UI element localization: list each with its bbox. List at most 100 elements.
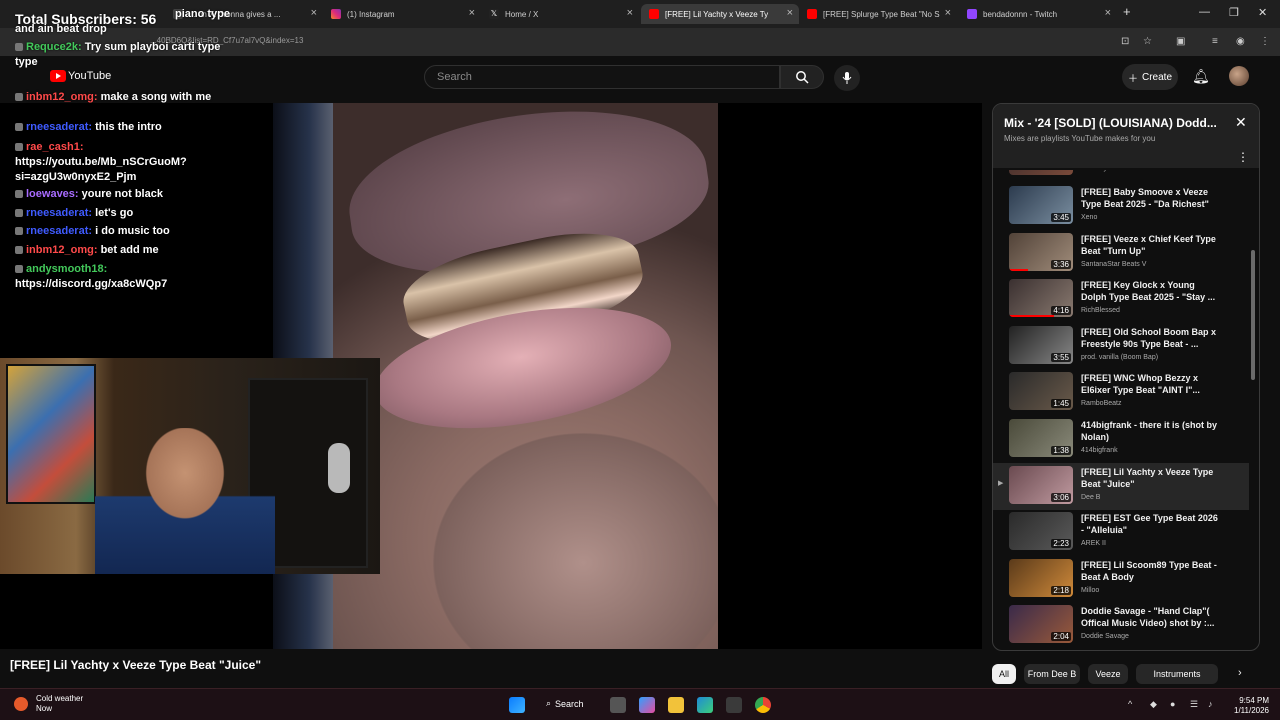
video-thumbnail[interactable]: 1:38	[1009, 419, 1073, 457]
chat-username: rneesaderat:	[26, 121, 93, 133]
playlist-item[interactable]: 3:45 [FREE] Baby Smoove x Veeze Type Beat…	[993, 183, 1249, 230]
new-tab-button[interactable]: +	[1123, 4, 1131, 19]
search-input[interactable]: Search	[424, 65, 780, 89]
cast-icon[interactable]: ▣	[1176, 36, 1185, 47]
tab-x-home[interactable]: 𝕏 Home / X ×	[481, 4, 639, 24]
search-button[interactable]	[780, 65, 824, 89]
tab-label: [FREE] Splurge Type Beat "No S	[823, 9, 940, 19]
video-thumbnail[interactable]: 4:16	[1009, 279, 1073, 318]
shield-icon[interactable]: ◆	[1150, 699, 1157, 710]
chip-from-dee-b[interactable]: From Dee B	[1024, 664, 1080, 684]
tab-youtube-splurge[interactable]: [FREE] Splurge Type Beat "No S ×	[799, 4, 957, 24]
close-icon[interactable]: ×	[311, 7, 317, 19]
playlist-item[interactable]: 2:18 [FREE] Lil Scoom89 Type Beat - Beat …	[993, 556, 1249, 603]
close-window-icon[interactable]: ✕	[1258, 6, 1267, 19]
tab-instagram[interactable]: (1) Instagram ×	[323, 4, 481, 24]
video-thumbnail[interactable]: 3:45	[1009, 186, 1073, 224]
chevron-right-icon[interactable]: ›	[1238, 667, 1242, 679]
chat-message: type	[15, 55, 245, 70]
video-thumbnail[interactable]: 2:18	[1009, 558, 1073, 597]
chat-message: rneesaderat: this the intro	[15, 120, 245, 135]
close-icon[interactable]: ×	[627, 7, 633, 19]
playlist-item[interactable]: ▶ 3:06 [FREE] Lil Yachty x Veeze Type Beat…	[993, 462, 1249, 510]
video-thumbnail[interactable]: 2:04	[1009, 605, 1073, 644]
close-icon[interactable]: ✕	[1235, 114, 1247, 131]
notifications-bell-icon[interactable]: 🔔︎	[1192, 68, 1210, 85]
close-icon[interactable]: ×	[945, 7, 951, 19]
close-icon[interactable]: ×	[1105, 7, 1111, 19]
tab-youtube-active[interactable]: [FREE] Lil Yachty x Veeze Ty ×	[641, 4, 799, 24]
close-icon[interactable]: ×	[469, 7, 475, 19]
browser-menu-icon[interactable]: ⋮	[1260, 36, 1270, 47]
install-app-icon[interactable]: ⊡	[1121, 36, 1129, 47]
task-view-icon[interactable]	[610, 697, 626, 713]
system-clock[interactable]: 9:54 PM 1/11/2026	[1234, 696, 1269, 716]
taskbar-search[interactable]: ⌕ Search	[546, 698, 584, 709]
chat-badge-icon	[15, 43, 23, 52]
instagram-favicon-icon	[331, 9, 341, 19]
close-icon[interactable]: ×	[787, 7, 793, 19]
file-explorer-icon[interactable]	[668, 697, 684, 713]
chip-instruments[interactable]: Instruments	[1136, 664, 1218, 684]
profile-icon[interactable]: ◉	[1236, 36, 1245, 47]
video-thumbnail[interactable]: 3:06	[1009, 465, 1073, 504]
search-icon	[796, 71, 809, 84]
playlist-item[interactable]: BeatsBy Taz	[993, 170, 1249, 181]
video-thumbnail[interactable]: 2:23	[1009, 512, 1073, 551]
playlist-item[interactable]: 1:45 [FREE] WNC Whop Bezzy x El6ixer Type…	[993, 369, 1249, 416]
account-avatar[interactable]	[1229, 66, 1249, 86]
windows-start-icon[interactable]	[509, 697, 525, 713]
video-thumbnail[interactable]: 1:45	[1009, 372, 1073, 411]
chat-badge-icon	[15, 143, 23, 152]
chat-badge-icon	[15, 265, 23, 274]
copilot-icon[interactable]	[639, 697, 655, 713]
tab-search-icon[interactable]: ≡	[1212, 36, 1218, 47]
tray-chevron-icon[interactable]: ^	[1128, 699, 1132, 709]
playlist-title[interactable]: Mix - '24 [SOLD] (LOUISIANA) Dodd...	[1004, 116, 1217, 130]
chat-message: rae_cash1: https://youtu.be/Mb_nSCrGuoM?…	[15, 140, 245, 185]
speaker-icon[interactable]: ♪	[1208, 699, 1213, 709]
maximize-icon[interactable]: ❐	[1229, 6, 1239, 19]
video-thumbnail[interactable]	[1009, 170, 1073, 175]
playlist-item-title: [FREE] EST Gee Type Beat 2026 - "Allelui…	[1081, 513, 1218, 536]
playlist-item[interactable]: 4:16 [FREE] Key Glock x Young Dolph Type …	[993, 276, 1249, 323]
weather-widget[interactable]: Cold weather Now	[14, 694, 83, 714]
wifi-icon[interactable]: ☰	[1190, 699, 1198, 710]
playlist-item-channel: RamboBeatz	[1081, 400, 1122, 408]
edge-icon[interactable]	[697, 697, 713, 713]
minimize-icon[interactable]: —	[1199, 6, 1210, 18]
chip-all[interactable]: All	[992, 664, 1016, 684]
video-thumbnail[interactable]: 3:55	[1009, 325, 1073, 364]
playlist-item-title: Doddie Savage - "Hand Clap"( Offical Mus…	[1081, 606, 1215, 629]
voice-search-button[interactable]	[834, 65, 860, 91]
video-title: [FREE] Lil Yachty x Veeze Type Beat "Jui…	[10, 658, 262, 672]
video-thumbnail[interactable]: 3:36	[1009, 232, 1073, 271]
playlist-item[interactable]: 1:38 414bigfrank - there it is (shot by N…	[993, 416, 1249, 463]
playlist-items: BeatsBy Taz 3:45 [FREE] Baby Smoove x Veez…	[993, 170, 1259, 650]
duration-badge: 1:45	[1051, 399, 1071, 409]
playlist-item[interactable]: 3:36 [FREE] Veeze x Chief Keef Type Beat …	[993, 230, 1249, 277]
more-options-icon[interactable]: ⋮	[1237, 150, 1249, 164]
playlist-item[interactable]: 2:04 Doddie Savage - "Hand Clap"( Offical…	[993, 602, 1249, 649]
scrollbar-thumb[interactable]	[1251, 250, 1255, 380]
playlist-item-title: 414bigfrank - there it is (shot by Nolan…	[1081, 420, 1218, 442]
create-button[interactable]: ＋ Create	[1122, 64, 1178, 90]
chrome-tray-icon[interactable]: ●	[1170, 699, 1175, 709]
chat-username: andysmooth18:	[26, 263, 108, 275]
clock-time: 9:54 PM	[1239, 696, 1269, 705]
bookmark-star-icon[interactable]: ☆	[1143, 36, 1152, 47]
playlist-item[interactable]: 3:55 [FREE] Old School Boom Bap x Freesty…	[993, 323, 1249, 370]
playlist-item-title: [FREE] Baby Smoove x Veeze Type Beat 202…	[1081, 187, 1209, 209]
microphone-icon	[842, 72, 852, 84]
playlist-scrollbar[interactable]	[1249, 170, 1257, 648]
chrome-icon[interactable]	[755, 697, 771, 713]
playlist-item-channel: prod. vanilla (Boom Bap)	[1081, 353, 1159, 361]
playlist-item[interactable]: 2:23 [FREE] EST Gee Type Beat 2026 - "All…	[993, 509, 1249, 556]
chat-username: inbm12_omg:	[26, 91, 98, 103]
chat-text: bet add me	[100, 244, 159, 256]
playlist-item-channel: RichBlessed	[1081, 307, 1120, 315]
youtube-logo[interactable]: YouTube	[50, 70, 111, 82]
store-icon[interactable]	[726, 697, 742, 713]
chip-veeze[interactable]: Veeze	[1088, 664, 1128, 684]
tab-twitch[interactable]: bendadonnn - Twitch ×	[959, 4, 1117, 24]
